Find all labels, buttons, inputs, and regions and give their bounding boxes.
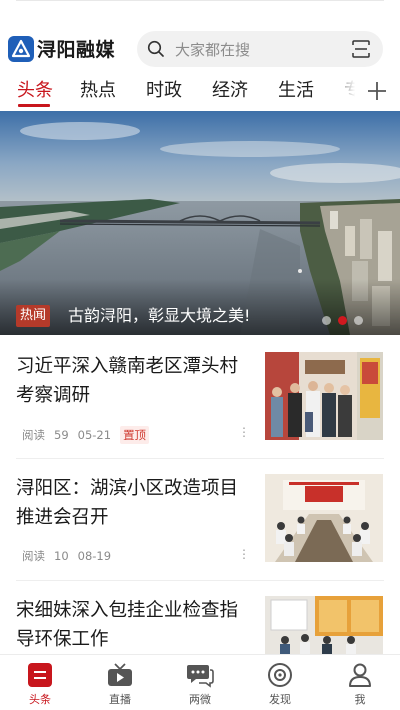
nav-headline[interactable]: 头条 — [0, 661, 80, 707]
add-channel-icon[interactable] — [362, 78, 392, 104]
carousel-dot[interactable] — [322, 316, 331, 325]
tab-life[interactable]: 生活 — [278, 76, 314, 102]
search-placeholder: 大家都在搜 — [175, 41, 251, 59]
carousel-dot[interactable] — [354, 316, 363, 325]
carousel-dot-active[interactable] — [338, 316, 347, 325]
news-item[interactable]: 习近平深入赣南老区潭头村考察调研 阅读 59 05-21 置顶 ⋮ — [16, 352, 384, 462]
logo-icon — [8, 35, 34, 62]
photo-visit-icon — [265, 352, 383, 440]
news-thumbnail — [265, 474, 383, 562]
news-meta: 阅读 10 08-19 — [22, 548, 120, 564]
tab-fade — [330, 72, 366, 108]
more-options-icon[interactable]: ⋮ — [238, 426, 250, 438]
read-label: 阅读 — [22, 428, 45, 442]
headline-icon — [28, 663, 52, 687]
user-icon — [349, 663, 371, 687]
discover-icon — [268, 663, 292, 687]
read-label: 阅读 — [22, 549, 45, 563]
app-header: 浔阳融媒 大家都在搜 — [0, 30, 400, 70]
read-count: 59 — [54, 428, 69, 442]
read-count: 10 — [54, 549, 69, 563]
nav-live[interactable]: 直播 — [80, 661, 160, 707]
nav-discover[interactable]: 发现 — [240, 661, 320, 707]
banner-tag: 热闻 — [16, 305, 51, 327]
tab-hot[interactable]: 热点 — [80, 76, 116, 102]
banner-title[interactable]: 古韵浔阳，彰显大境之美! — [68, 305, 250, 327]
tab-headline[interactable]: 头条 — [17, 76, 53, 102]
photo-meeting-icon — [265, 474, 383, 562]
top-divider — [16, 0, 384, 1]
news-title: 习近平深入赣南老区潭头村考察调研 — [16, 356, 239, 406]
news-date: 05-21 — [77, 428, 112, 442]
news-item[interactable]: 浔阳区：湖滨小区改造项目推进会召开 阅读 10 08-19 ⋮ — [16, 474, 384, 584]
news-title: 浔阳区：湖滨小区改造项目推进会召开 — [16, 478, 239, 528]
app-name: 浔阳融媒 — [37, 39, 116, 61]
nav-label: 直播 — [109, 693, 131, 706]
list-divider — [16, 458, 384, 459]
nav-label: 发现 — [269, 693, 291, 706]
nav-label: 头条 — [29, 693, 51, 706]
pinned-badge: 置顶 — [120, 426, 150, 444]
scan-icon[interactable] — [351, 39, 371, 59]
banner-carousel[interactable]: 热闻 古韵浔阳，彰显大境之美! — [0, 111, 400, 335]
bottom-navigation: 头条 直播 两微 发现 我 — [0, 654, 400, 710]
news-thumbnail — [265, 352, 383, 440]
channel-tabs: 头条 热点 时政 经济 生活 专 — [0, 72, 400, 110]
nav-me[interactable]: 我 — [320, 661, 400, 707]
tab-economy[interactable]: 经济 — [212, 76, 248, 102]
nav-social[interactable]: 两微 — [160, 661, 240, 707]
list-divider — [16, 580, 384, 581]
news-title: 宋细妹深入包挂企业检查指导环保工作 — [16, 600, 239, 650]
search-icon — [147, 40, 164, 57]
chat-icon — [187, 665, 214, 688]
tab-politics[interactable]: 时政 — [146, 76, 182, 102]
search-bar[interactable]: 大家都在搜 — [137, 31, 383, 67]
tv-icon — [108, 663, 132, 686]
active-tab-indicator — [18, 104, 50, 107]
app-logo[interactable]: 浔阳融媒 — [8, 35, 115, 62]
news-date: 08-19 — [77, 549, 112, 563]
nav-label: 两微 — [189, 693, 211, 706]
more-options-icon[interactable]: ⋮ — [238, 548, 250, 560]
news-meta: 阅读 59 05-21 置顶 — [22, 426, 158, 444]
nav-label: 我 — [354, 693, 366, 706]
carousel-dots — [322, 316, 363, 325]
